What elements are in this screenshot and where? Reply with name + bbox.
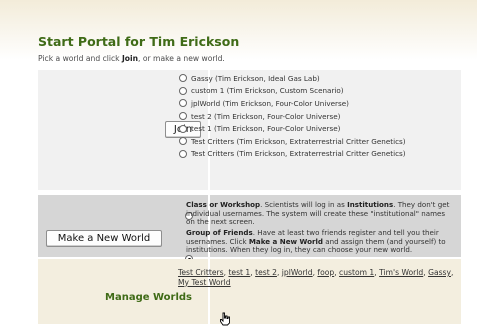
manage-world-link[interactable]: Gassy: [428, 268, 451, 277]
subtitle-bold: Join: [121, 54, 139, 63]
world-option[interactable]: Gassy (Tim Erickson, Ideal Gas Lab): [179, 72, 406, 85]
world-label: test 2 (Tim Erickson, Four-Color Univers…: [191, 111, 341, 121]
make-new-world-button[interactable]: Make a New World: [46, 230, 162, 247]
subtitle-suffix: , or make a new world.: [138, 54, 225, 63]
world-radio[interactable]: [179, 137, 187, 146]
group-friends-option: Group of Friends. Have at least two frie…: [186, 228, 456, 255]
header-background: [0, 0, 477, 60]
world-label: test 1 (Tim Erickson, Four-Color Univers…: [191, 124, 341, 134]
world-label: jplWorld (Tim Erickson, Four-Color Unive…: [191, 98, 349, 108]
new-world-section: Make a New World Class or Workshop. Scie…: [38, 195, 461, 263]
world-option[interactable]: test 2 (Tim Erickson, Four-Color Univers…: [179, 110, 406, 123]
world-option[interactable]: jplWorld (Tim Erickson, Four-Color Unive…: [179, 97, 406, 110]
world-list: Gassy (Tim Erickson, Ideal Gas Lab) custo…: [179, 72, 406, 160]
manage-world-link[interactable]: test 2: [255, 268, 277, 277]
join-section: Join Gassy (Tim Erickson, Ideal Gas Lab)…: [38, 70, 461, 190]
manage-world-link[interactable]: test 1: [228, 268, 250, 277]
manage-worlds-section: Manage Worlds Test Critters, test 1, tes…: [38, 259, 461, 324]
manage-world-link[interactable]: My Test World: [178, 278, 231, 287]
world-label: Test Critters (Tim Erickson, Extraterres…: [191, 136, 406, 146]
manage-worlds-label: Manage Worlds: [105, 292, 193, 303]
world-radio[interactable]: [179, 86, 187, 95]
manage-world-link[interactable]: Tim's World: [379, 268, 423, 277]
manage-world-link[interactable]: Test Critters: [178, 268, 224, 277]
world-option[interactable]: Test Critters (Tim Erickson, Extraterres…: [179, 148, 406, 161]
page-title: Start Portal for Tim Erickson: [38, 34, 240, 49]
world-label: Test Critters (Tim Erickson, Extraterres…: [191, 149, 406, 159]
world-option[interactable]: Test Critters (Tim Erickson, Extraterres…: [179, 135, 406, 148]
world-label: Gassy (Tim Erickson, Ideal Gas Lab): [191, 73, 320, 83]
world-radio[interactable]: [179, 74, 187, 83]
subtitle-prefix: Pick a world and click: [38, 54, 122, 63]
world-radio[interactable]: [179, 99, 187, 108]
world-radio[interactable]: [179, 149, 187, 158]
manage-world-link[interactable]: jplWorld: [282, 268, 313, 277]
world-option[interactable]: custom 1 (Tim Erickson, Custom Scenario): [179, 85, 406, 98]
world-label: custom 1 (Tim Erickson, Custom Scenario): [191, 86, 344, 96]
world-option[interactable]: test 1 (Tim Erickson, Four-Color Univers…: [179, 122, 406, 135]
world-radio[interactable]: [179, 112, 187, 121]
page-subtitle: Pick a world and click Join, or make a n…: [38, 54, 225, 63]
manage-world-link[interactable]: custom 1: [339, 268, 374, 277]
manage-worlds-links: Test Critters, test 1, test 2, jplWorld,…: [178, 268, 454, 287]
world-radio[interactable]: [179, 124, 187, 133]
class-workshop-option: Class or Workshop. Scientists will log i…: [186, 200, 456, 227]
manage-world-link[interactable]: foop: [317, 268, 334, 277]
